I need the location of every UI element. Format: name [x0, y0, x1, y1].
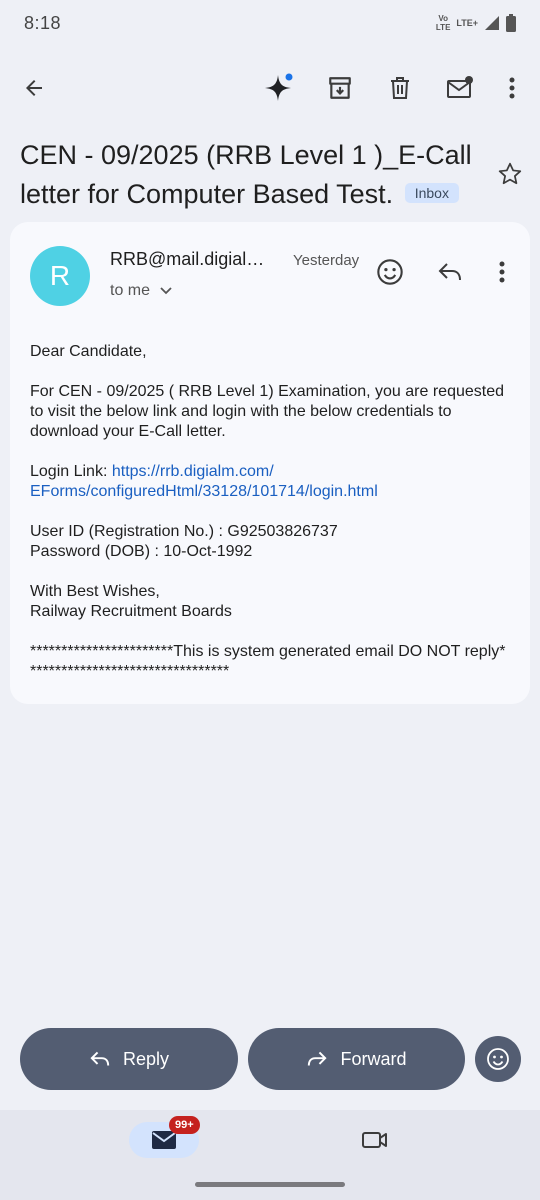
volte-indicator: Vo LTE — [436, 14, 451, 32]
volte-top: Vo — [438, 14, 448, 23]
greeting: Dear Candidate, — [30, 343, 147, 360]
star-icon — [498, 162, 522, 185]
trash-icon — [391, 77, 409, 99]
reply-label: Reply — [122, 1048, 170, 1069]
mark-unread-button[interactable] — [438, 66, 482, 110]
gemini-button[interactable] — [258, 66, 302, 110]
delete-button[interactable] — [378, 66, 422, 110]
recipient-label: to me — [110, 282, 151, 299]
forward-icon — [308, 1051, 328, 1066]
credentials-paragraph: User ID (Registration No.) : G9250382673… — [30, 522, 510, 562]
more-vert-icon — [499, 261, 505, 283]
recipient-details[interactable]: to me — [110, 282, 172, 300]
nav-mail-tab[interactable]: 99+ — [129, 1116, 200, 1158]
gesture-handle[interactable] — [195, 1182, 345, 1187]
forward-label: Forward — [340, 1048, 407, 1069]
message-more-button[interactable] — [480, 250, 524, 294]
nav-meet-tab[interactable] — [352, 1122, 398, 1158]
star-button[interactable] — [488, 152, 532, 196]
intro-paragraph: For CEN - 09/2025 ( RRB Level 1) Examina… — [30, 383, 505, 440]
reply-icon — [438, 263, 461, 281]
status-bar: 8:18 Vo LTE LTE+ — [0, 0, 540, 46]
login-link-label: Login Link: — [30, 463, 112, 480]
sender-name[interactable]: RRB@mail.digial… — [110, 249, 264, 270]
chevron-down-icon — [160, 287, 172, 295]
status-icons: Vo LTE LTE+ — [436, 14, 516, 32]
volte-bottom: LTE — [435, 23, 451, 32]
login-link-paragraph: Login Link: https://rrb.digialm.com/EFor… — [30, 462, 510, 502]
video-camera-icon — [362, 1132, 387, 1148]
signal-icon — [485, 16, 499, 30]
reply-button[interactable]: Reply — [20, 1028, 238, 1090]
email-subject: CEN - 09/2025 (RRB Level 1 )_E-Call lett… — [20, 136, 490, 214]
message-card: R RRB@mail.digial… Yesterday to me Dear … — [10, 222, 530, 704]
footer-notice: ***********************This is system ge… — [30, 643, 506, 680]
password-line: Password (DOB) : 10-Oct-1992 — [30, 543, 253, 560]
message-date: Yesterday — [293, 252, 360, 269]
arrow-left-icon — [26, 80, 42, 96]
more-vert-icon — [509, 77, 515, 99]
react-button[interactable] — [475, 1036, 521, 1082]
closing-paragraph: With Best Wishes, Railway Recruitment Bo… — [30, 582, 510, 622]
mail-unread-icon — [447, 76, 473, 98]
add-reaction-button[interactable] — [368, 250, 412, 294]
user-id-line: User ID (Registration No.) : G9250382673… — [30, 523, 338, 540]
inbox-label-chip[interactable]: Inbox — [404, 182, 459, 203]
status-time: 8:18 — [24, 12, 62, 33]
message-body: Dear Candidate, For CEN - 09/2025 ( RRB … — [30, 342, 510, 702]
more-options-button[interactable] — [490, 66, 534, 110]
sparkle-icon — [265, 73, 293, 101]
reply-icon — [90, 1051, 110, 1066]
closing-line-1: With Best Wishes, — [30, 583, 160, 600]
subject-text: CEN - 09/2025 (RRB Level 1 )_E-Call lett… — [20, 140, 472, 209]
battery-icon — [506, 14, 516, 32]
reply-icon-button[interactable] — [428, 250, 472, 294]
lte-indicator: LTE+ — [456, 18, 478, 28]
forward-button[interactable]: Forward — [248, 1028, 465, 1090]
back-button[interactable] — [12, 66, 56, 110]
emoji-icon — [487, 1048, 509, 1070]
unread-count-badge: 99+ — [169, 1116, 200, 1134]
sender-avatar[interactable]: R — [30, 246, 90, 306]
closing-line-2: Railway Recruitment Boards — [30, 603, 232, 620]
toolbar — [0, 60, 540, 116]
archive-button[interactable] — [318, 66, 362, 110]
archive-icon — [329, 77, 351, 99]
emoji-icon — [377, 259, 403, 285]
